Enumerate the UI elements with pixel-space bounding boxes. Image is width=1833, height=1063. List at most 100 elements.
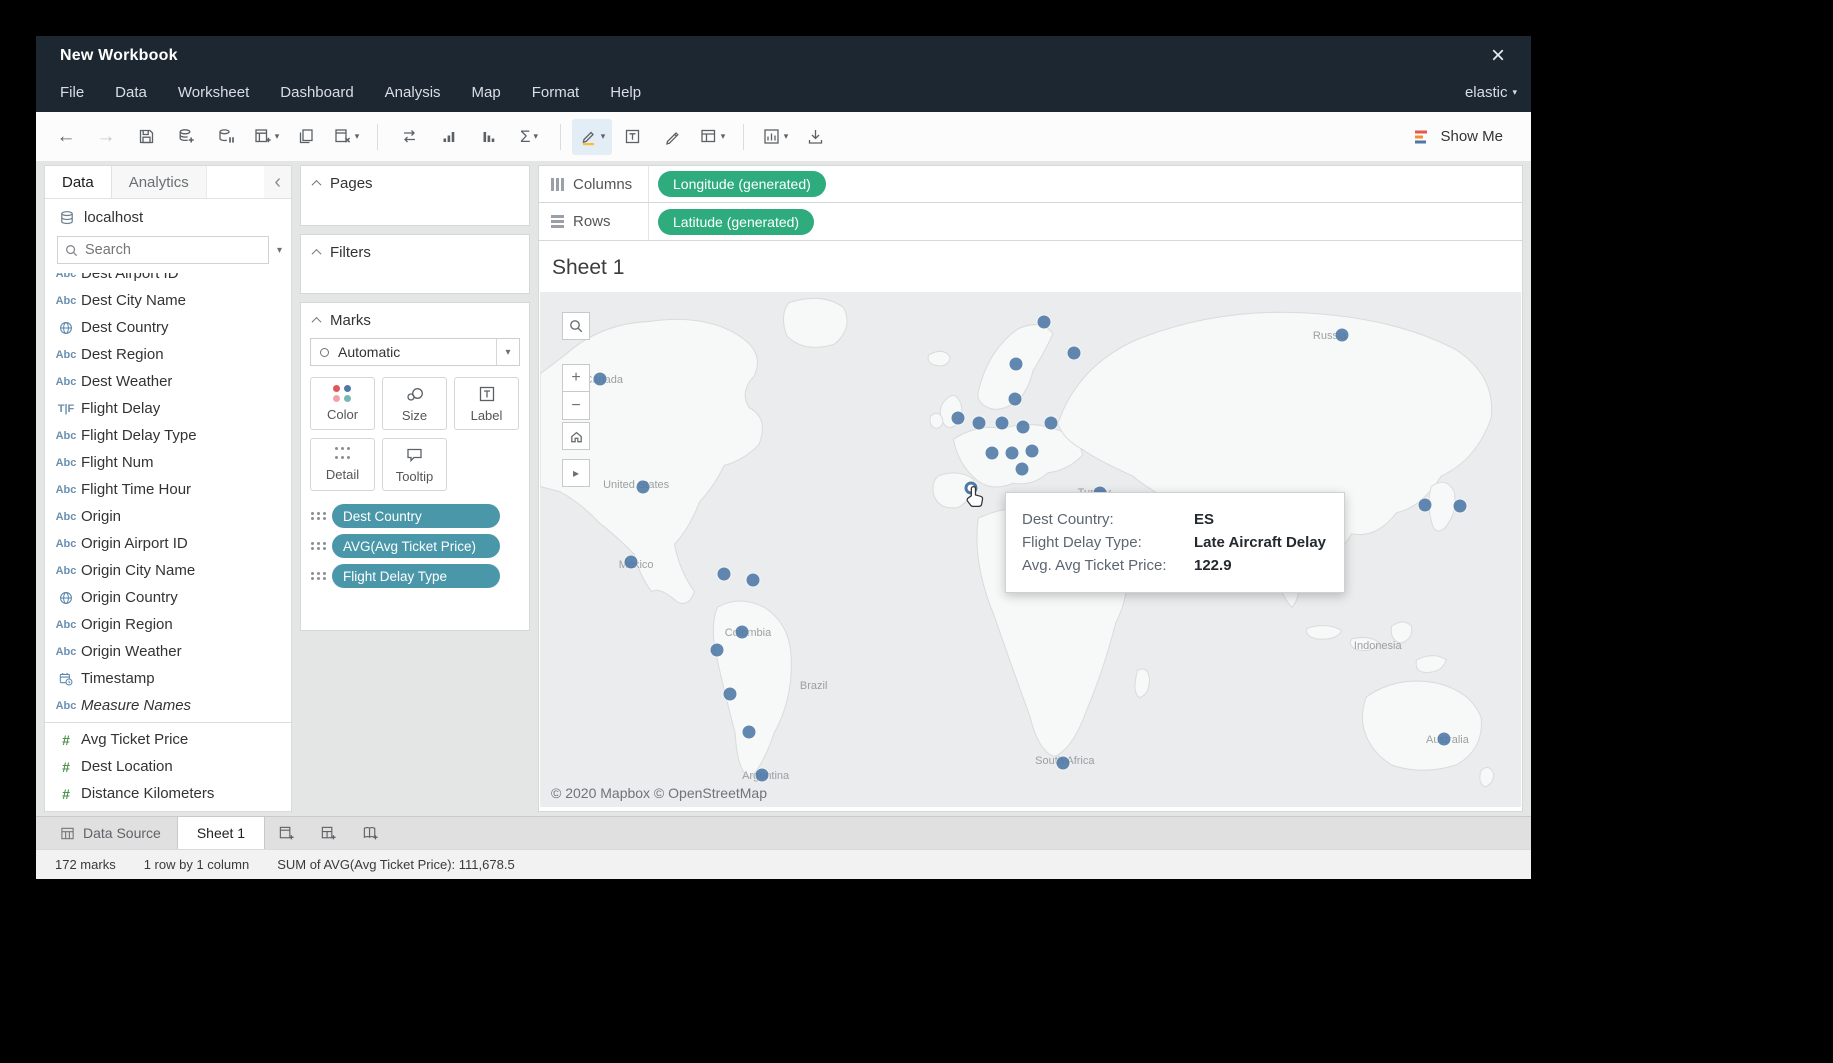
menu-worksheet[interactable]: Worksheet — [178, 84, 249, 101]
map-mark[interactable] — [1008, 393, 1021, 406]
map-mark[interactable] — [1045, 417, 1058, 430]
menu-map[interactable]: Map — [472, 84, 501, 101]
map-mark[interactable] — [1005, 446, 1018, 459]
marks-pill-dest-country[interactable]: Dest Country — [332, 504, 500, 528]
collapse-card-icon[interactable] — [312, 317, 322, 327]
new-story-button[interactable] — [349, 817, 391, 849]
collapse-card-icon[interactable] — [312, 180, 322, 190]
duplicate-button[interactable] — [286, 119, 326, 155]
map-mark[interactable] — [593, 373, 606, 386]
zoom-in-button[interactable]: + — [562, 364, 590, 392]
sheet-tab-sheet1[interactable]: Sheet 1 — [177, 817, 265, 849]
map-mark[interactable] — [996, 417, 1009, 430]
marks-pill-flight-delay-type[interactable]: Flight Delay Type — [332, 564, 500, 588]
map-mark[interactable] — [1336, 329, 1349, 342]
new-dashboard-button[interactable] — [307, 817, 349, 849]
show-hide-cards-button[interactable]: ▾ — [692, 119, 732, 155]
map-mark[interactable] — [718, 567, 731, 580]
field-origin[interactable]: AbcOrigin — [45, 503, 291, 530]
size-button[interactable]: Size — [382, 377, 447, 430]
map-mark[interactable] — [1418, 499, 1431, 512]
map-mark[interactable] — [951, 412, 964, 425]
highlight-button[interactable]: ▾ — [572, 119, 612, 155]
search-input[interactable] — [85, 242, 261, 258]
new-data-source-button[interactable] — [166, 119, 206, 155]
detail-button[interactable]: Detail — [310, 438, 375, 491]
swap-rows-columns-button[interactable] — [389, 119, 429, 155]
field-avg-ticket-price[interactable]: #Avg Ticket Price — [45, 726, 291, 753]
map-mark[interactable] — [973, 417, 986, 430]
map-mark[interactable] — [637, 480, 650, 493]
fit-button[interactable]: ▾ — [755, 119, 795, 155]
map-area[interactable]: + − ▸ Dest Country:ESFlight Delay Type:L… — [540, 292, 1521, 807]
sort-ascending-button[interactable] — [429, 119, 469, 155]
field-origin-country[interactable]: Origin Country — [45, 584, 291, 611]
view-options-caret-icon[interactable]: ▾ — [274, 245, 285, 256]
field-dest-airport-id[interactable]: AbcDest Airport ID — [45, 273, 291, 287]
collapse-card-icon[interactable] — [312, 249, 322, 259]
map-pan-button[interactable]: ▸ — [562, 459, 590, 487]
search-box[interactable] — [57, 236, 269, 264]
map-search-button[interactable] — [562, 312, 590, 340]
map-mark[interactable] — [742, 726, 755, 739]
field-flight-delay-type[interactable]: AbcFlight Delay Type — [45, 422, 291, 449]
mark-type-dropdown[interactable]: Automatic ▾ — [310, 338, 520, 366]
menu-file[interactable]: File — [60, 84, 84, 101]
map-mark[interactable] — [1437, 732, 1450, 745]
map-mark[interactable] — [1016, 421, 1029, 434]
download-button[interactable] — [795, 119, 835, 155]
field-origin-region[interactable]: AbcOrigin Region — [45, 611, 291, 638]
menu-format[interactable]: Format — [532, 84, 580, 101]
field-dest-location[interactable]: #Dest Location — [45, 753, 291, 780]
columns-shelf[interactable]: Columns Longitude (generated) — [538, 165, 1523, 203]
label-button[interactable]: Label — [454, 377, 519, 430]
field-dest-weather[interactable]: AbcDest Weather — [45, 368, 291, 395]
tooltip-button[interactable]: Tooltip — [382, 438, 447, 491]
menu-data[interactable]: Data — [115, 84, 147, 101]
map-mark[interactable] — [724, 687, 737, 700]
clear-sheet-button[interactable]: ▾ — [326, 119, 366, 155]
field-flight-num[interactable]: AbcFlight Num — [45, 449, 291, 476]
map-mark[interactable] — [1026, 444, 1039, 457]
menu-dashboard[interactable]: Dashboard — [280, 84, 353, 101]
pause-auto-updates-button[interactable] — [206, 119, 246, 155]
field-origin-airport-id[interactable]: AbcOrigin Airport ID — [45, 530, 291, 557]
totals-button[interactable]: Σ ▾ — [509, 119, 549, 155]
show-me-button[interactable]: Show Me — [1414, 128, 1517, 145]
field-measure-names[interactable]: AbcMeasure Names — [45, 692, 291, 719]
field-distance-kilometers[interactable]: #Distance Kilometers — [45, 780, 291, 807]
map-mark[interactable] — [1015, 462, 1028, 475]
map-mark[interactable] — [746, 573, 759, 586]
format-button[interactable] — [652, 119, 692, 155]
rows-pill-latitude-generated[interactable]: Latitude (generated) — [658, 209, 814, 235]
field-dest-country[interactable]: Dest Country — [45, 314, 291, 341]
field-timestamp[interactable]: Timestamp — [45, 665, 291, 692]
map-mark[interactable] — [986, 446, 999, 459]
sort-descending-button[interactable] — [469, 119, 509, 155]
menu-help[interactable]: Help — [610, 84, 641, 101]
menu-analysis[interactable]: Analysis — [385, 84, 441, 101]
field-flight-time-hour[interactable]: AbcFlight Time Hour — [45, 476, 291, 503]
map-home-button[interactable] — [562, 422, 590, 450]
field-origin-city-name[interactable]: AbcOrigin City Name — [45, 557, 291, 584]
user-menu[interactable]: elastic ▾ — [1465, 84, 1517, 101]
map-mark[interactable] — [1056, 757, 1069, 770]
columns-pill-longitude-generated[interactable]: Longitude (generated) — [658, 171, 826, 197]
collapse-pane-icon[interactable]: ‹ — [264, 166, 291, 198]
field-flight-delay[interactable]: T|FFlight Delay — [45, 395, 291, 422]
tab-analytics[interactable]: Analytics — [112, 166, 207, 198]
data-source-connection[interactable]: localhost — [45, 199, 291, 234]
data-source-tab[interactable]: Data Source — [44, 817, 177, 849]
rows-shelf[interactable]: Rows Latitude (generated) — [538, 203, 1523, 241]
marks-pill-avg-avg-ticket-price[interactable]: AVG(Avg Ticket Price) — [332, 534, 500, 558]
map-mark[interactable] — [1009, 357, 1022, 370]
tab-data[interactable]: Data — [45, 166, 112, 198]
new-worksheet-button[interactable] — [265, 817, 307, 849]
map-mark[interactable] — [736, 626, 749, 639]
show-mark-labels-button[interactable] — [612, 119, 652, 155]
map-mark[interactable] — [755, 768, 768, 781]
close-icon[interactable]: × — [1491, 44, 1505, 68]
map-mark[interactable] — [1454, 500, 1467, 513]
chevron-down-icon[interactable]: ▾ — [496, 339, 519, 365]
save-button[interactable] — [126, 119, 166, 155]
